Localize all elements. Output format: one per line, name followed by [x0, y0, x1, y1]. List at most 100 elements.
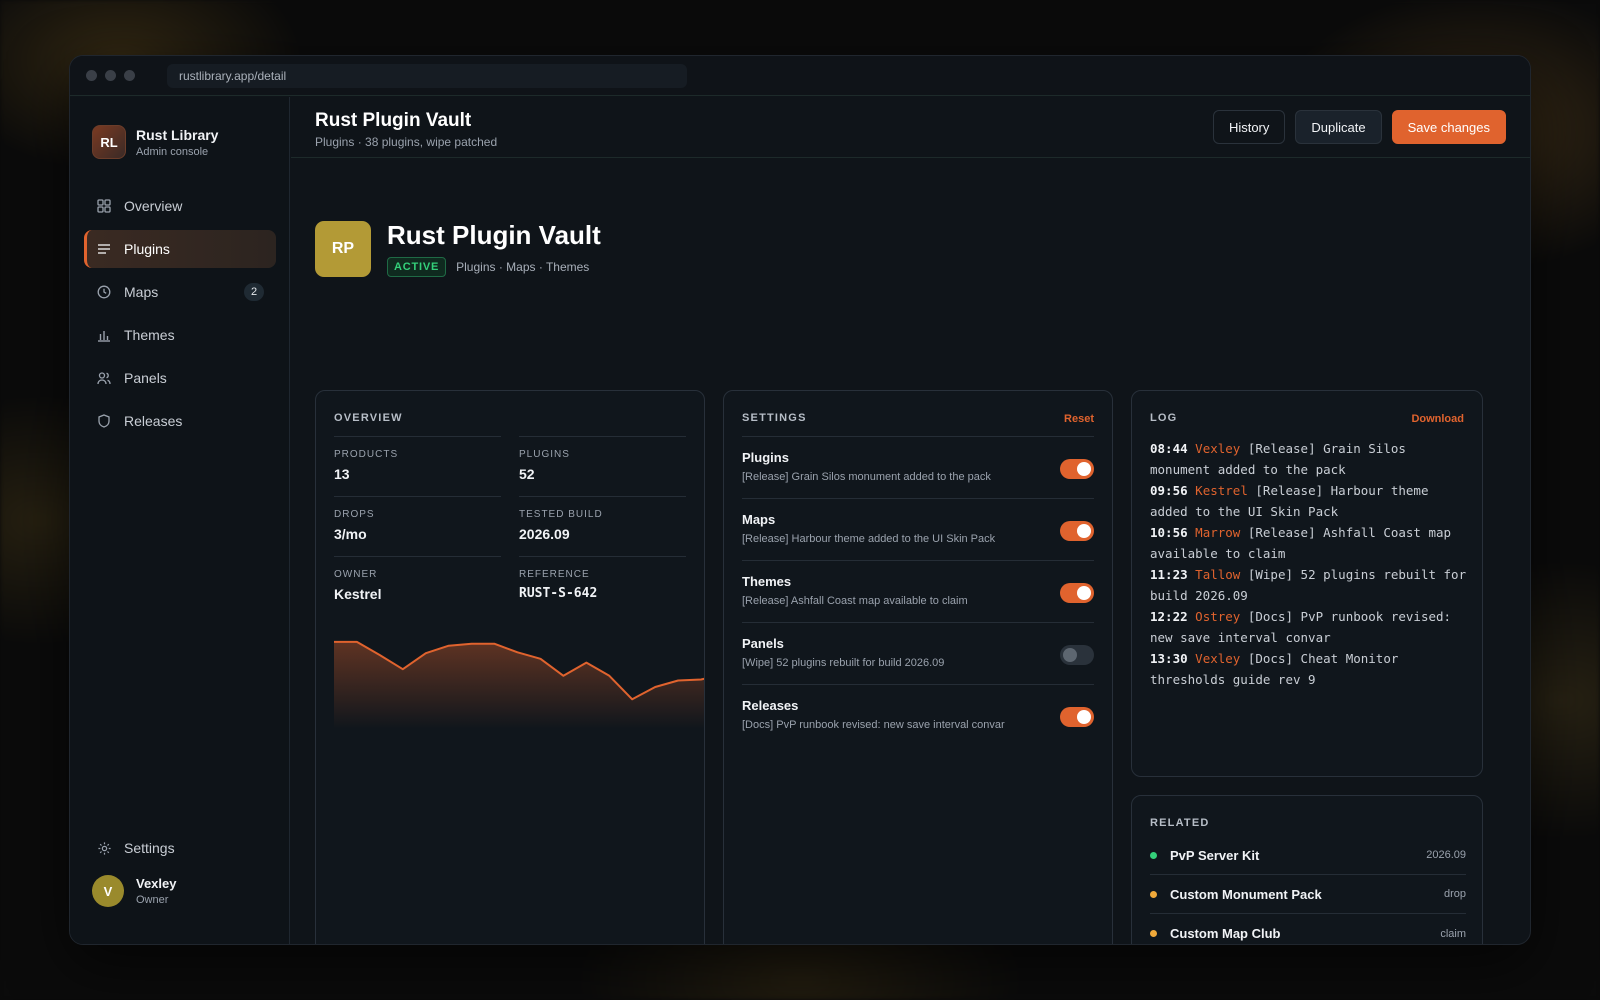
related-list: PvP Server Kit 2026.09 Custom Monument Pac… [1150, 836, 1466, 944]
sidebar-item-plugins[interactable]: Plugins [84, 230, 276, 268]
log-user[interactable]: Marrow [1195, 525, 1240, 540]
user-name: Vexley [136, 876, 177, 891]
setting-name: Panels [742, 636, 784, 651]
toggle-switch[interactable] [1060, 645, 1094, 665]
window-maximize-dot[interactable] [124, 70, 135, 81]
hero-title: Rust Plugin Vault [387, 220, 601, 250]
stat-label: REFERENCE [519, 569, 590, 580]
related-item[interactable]: Custom Map Club claim [1150, 914, 1466, 944]
url-bar[interactable]: rustlibrary.app/detail [167, 63, 687, 88]
log-time: 12:22 [1150, 609, 1188, 624]
log-title: LOG [1150, 412, 1178, 424]
log-user[interactable]: Vexley [1195, 441, 1240, 456]
log-list: 08:44 Vexley [Release] Grain Silos monum… [1150, 438, 1470, 690]
log-entry: 10:56 Marrow [Release] Ashfall Coast map… [1150, 522, 1470, 564]
stat-plugins: PLUGINS 52 [519, 436, 686, 496]
stat-label: PRODUCTS [334, 449, 399, 460]
sidebar-item-label: Overview [124, 198, 183, 214]
log-user[interactable]: Vexley [1195, 651, 1240, 666]
stat-value: 52 [519, 466, 535, 482]
history-button[interactable]: History [1212, 110, 1286, 144]
related-item[interactable]: PvP Server Kit 2026.09 [1150, 836, 1466, 875]
related-name: Custom Map Club [1170, 926, 1281, 941]
related-item[interactable]: Custom Monument Pack drop [1150, 875, 1466, 914]
app-window: rustlibrary.app/detail RL Rust Library A… [69, 55, 1531, 945]
status-dot [1150, 930, 1157, 937]
overview-card: OVERVIEW PRODUCTS 13 PLUGINS 52 DROPS 3/… [315, 390, 705, 944]
log-user[interactable]: Ostrey [1195, 609, 1240, 624]
toggle-switch[interactable] [1060, 459, 1094, 479]
log-time: 10:56 [1150, 525, 1188, 540]
setting-description: [Release] Harbour theme added to the UI … [742, 533, 996, 545]
log-time: 09:56 [1150, 483, 1188, 498]
sidebar-item-releases[interactable]: Releases [84, 402, 276, 440]
setting-description: [Docs] PvP runbook revised: new save int… [742, 719, 1005, 731]
stat-reference: REFERENCE RUST-S-642 [519, 556, 686, 616]
sidebar-item-maps[interactable]: Maps 2 [84, 273, 276, 311]
setting-description: [Release] Grain Silos monument added to … [742, 471, 991, 483]
duplicate-button[interactable]: Duplicate [1295, 110, 1382, 144]
window-close-dot[interactable] [86, 70, 97, 81]
download-link[interactable]: Download [1411, 413, 1464, 425]
toggle-knob [1077, 586, 1091, 600]
user-profile[interactable]: V Vexley Owner [92, 875, 177, 907]
log-time: 08:44 [1150, 441, 1188, 456]
settings-row: Plugins [Release] Grain Silos monument ad… [742, 436, 1094, 498]
hero: RP Rust Plugin Vault ACTIVE Plugins · Ma… [315, 220, 601, 277]
settings-row: Themes [Release] Ashfall Coast map availa… [742, 560, 1094, 622]
setting-name: Releases [742, 698, 799, 713]
sidebar-item-label: Releases [124, 413, 183, 429]
setting-name: Maps [742, 512, 776, 527]
sidebar-item-label: Plugins [124, 241, 170, 257]
log-text: [Release] Harbour theme added to the UI … [1150, 483, 1429, 519]
setting-name: Themes [742, 574, 792, 589]
settings-row: Panels [Wipe] 52 plugins rebuilt for buil… [742, 622, 1094, 684]
log-user[interactable]: Kestrel [1195, 483, 1248, 498]
log-time: 11:23 [1150, 567, 1188, 582]
stat-tested-build: TESTED BUILD 2026.09 [519, 496, 686, 556]
bar-chart-icon [96, 327, 112, 343]
log-text: [Release] Grain Silos monument added to … [1150, 441, 1406, 477]
log-user[interactable]: Tallow [1195, 567, 1240, 582]
status-dot [1150, 851, 1157, 859]
users-icon [96, 370, 112, 386]
related-meta: claim [1440, 927, 1466, 940]
sidebar-item-panels[interactable]: Panels [84, 359, 276, 397]
related-card: RELATED PvP Server Kit 2026.09 Custom Monu… [1131, 795, 1483, 944]
sidebar-item-label: Panels [124, 370, 167, 386]
clock-icon [96, 284, 112, 300]
avatar: V [92, 875, 124, 907]
sidebar-item-themes[interactable]: Themes [84, 316, 276, 354]
stat-owner: OWNER Kestrel [334, 556, 501, 616]
toggle-switch[interactable] [1060, 707, 1094, 727]
overview-title: OVERVIEW [334, 412, 403, 424]
grid-icon [96, 198, 112, 214]
toggle-switch[interactable] [1060, 521, 1094, 541]
brand: RL Rust Library Admin console [92, 125, 218, 159]
setting-name: Plugins [742, 450, 789, 465]
user-role: Owner [136, 894, 169, 906]
status-dot [1150, 890, 1157, 898]
save-button[interactable]: Save changes [1391, 110, 1506, 144]
log-entry: 12:22 Ostrey [Docs] PvP runbook revised:… [1150, 606, 1470, 648]
sidebar-item-settings[interactable]: Settings [84, 829, 276, 867]
log-entry: 13:30 Vexley [Docs] Cheat Monitor thresh… [1150, 648, 1470, 690]
brand-subtitle: Admin console [136, 145, 209, 158]
header-actions: History Duplicate Save changes [1212, 110, 1506, 144]
stat-label: PLUGINS [519, 449, 570, 460]
hero-tags: Plugins · Maps · Themes [456, 260, 590, 274]
setting-description: [Release] Ashfall Coast map available to… [742, 595, 968, 607]
window-minimize-dot[interactable] [105, 70, 116, 81]
related-meta: 2026.09 [1426, 849, 1466, 861]
hero-logo: RP [315, 220, 371, 277]
status-badge: ACTIVE [387, 257, 447, 277]
stat-label: OWNER [334, 569, 378, 580]
sparkline-area [334, 641, 704, 729]
sidebar-item-label: Settings [124, 840, 175, 856]
sidebar-item-overview[interactable]: Overview [84, 187, 276, 225]
reset-link[interactable]: Reset [1064, 413, 1094, 425]
toggle-knob [1077, 462, 1091, 476]
toggle-switch[interactable] [1060, 583, 1094, 603]
main-content: Rust Plugin Vault Plugins · 38 plugins, … [291, 97, 1530, 944]
settings-row: Releases [Docs] PvP runbook revised: new … [742, 684, 1094, 746]
